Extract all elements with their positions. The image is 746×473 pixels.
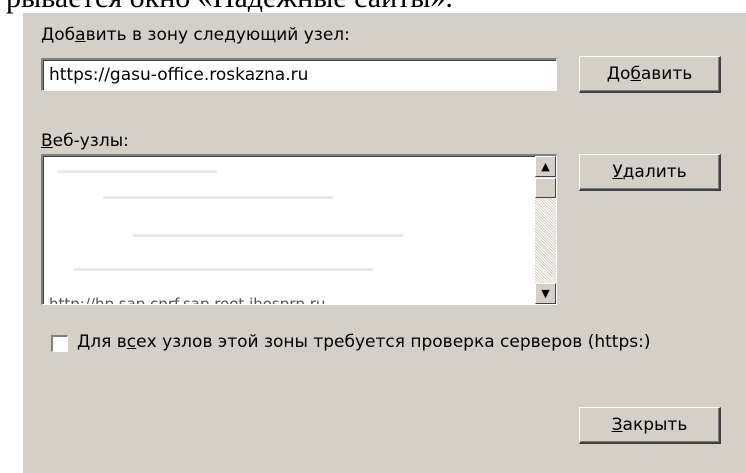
list-item[interactable] [133, 234, 403, 237]
trusted-sites-dialog: Добавить в зону следующий узел: Добавить… [22, 12, 746, 473]
scroll-up-arrow-icon[interactable]: ▲ [535, 156, 556, 177]
list-item-partial[interactable]: http://hp.sap.cprf.sap.root.jhosprp.ru [49, 295, 325, 304]
list-item[interactable] [57, 170, 217, 173]
close-button[interactable]: Закрыть [579, 407, 721, 444]
list-item[interactable] [103, 196, 333, 199]
websites-list[interactable]: http://hp.sap.cprf.sap.root.jhosprp.ru ▲… [41, 154, 557, 305]
websites-list-content: http://hp.sap.cprf.sap.root.jhosprp.ru [43, 156, 556, 304]
site-url-input[interactable] [43, 60, 556, 90]
scroll-thumb[interactable] [535, 178, 556, 198]
list-item[interactable] [73, 268, 373, 271]
require-https-label[interactable]: Для всех узлов этой зоны требуется прове… [77, 332, 650, 352]
site-url-field[interactable] [41, 58, 557, 91]
remove-button[interactable]: Удалить [579, 154, 721, 191]
websites-label: Веб-узлы: [41, 131, 129, 151]
scroll-down-arrow-icon[interactable]: ▼ [535, 283, 556, 304]
add-site-label: Добавить в зону следующий узел: [41, 25, 350, 45]
require-https-checkbox[interactable] [51, 335, 68, 352]
add-button[interactable]: До б авить [579, 56, 721, 93]
websites-scrollbar[interactable]: ▲ ▼ [535, 156, 556, 304]
